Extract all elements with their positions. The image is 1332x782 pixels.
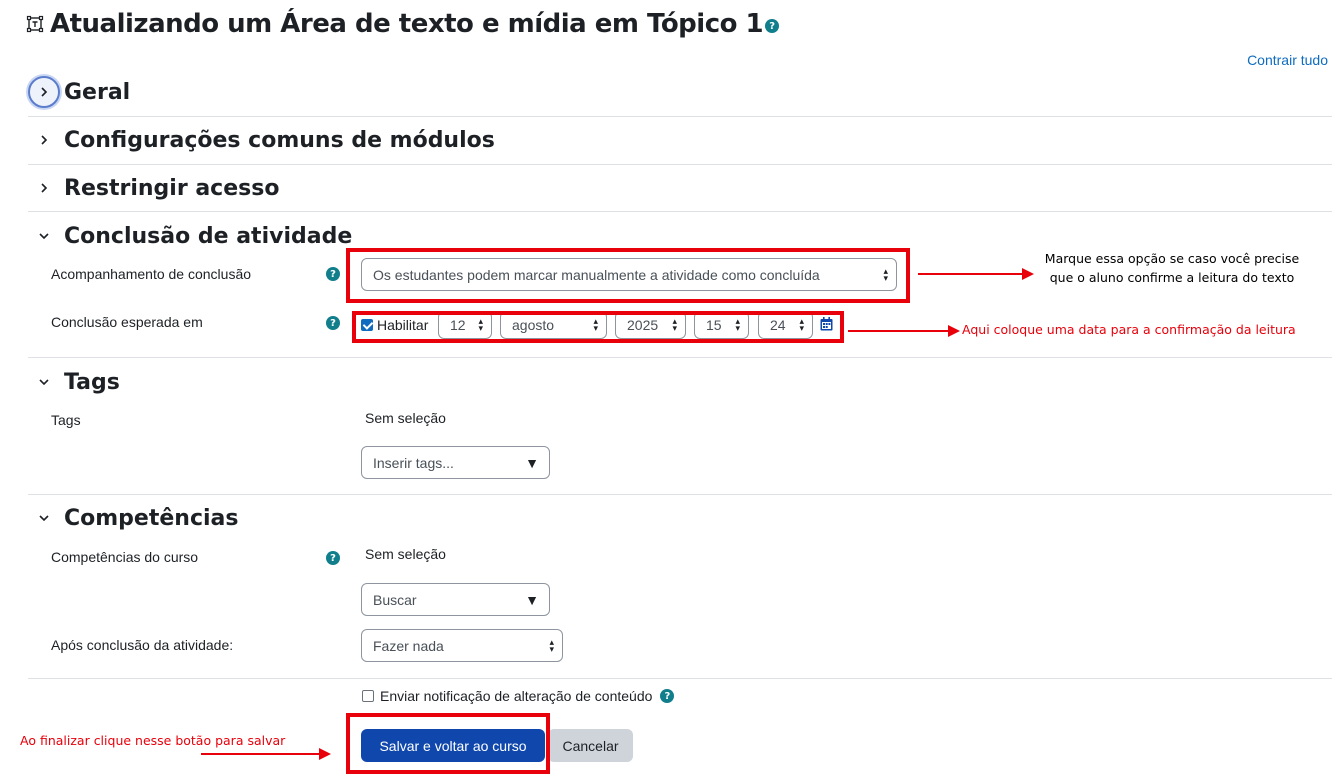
divider bbox=[28, 678, 1332, 679]
page-title: Atualizando um Área de texto e mídia em … bbox=[50, 9, 764, 39]
annotation-arrow bbox=[201, 748, 331, 760]
select-arrows-icon: ▴ ▾ bbox=[549, 636, 554, 654]
chevron-right-icon[interactable] bbox=[28, 76, 60, 108]
notify-label: Enviar notificação de alteração de conte… bbox=[380, 688, 653, 704]
expected-label: Conclusão esperada em bbox=[51, 314, 203, 330]
help-icon[interactable]: ? bbox=[326, 267, 340, 281]
annotation-note-line: Marque essa opção se caso você precise bbox=[1044, 251, 1300, 266]
divider bbox=[28, 494, 1332, 495]
notify-checkbox[interactable] bbox=[362, 690, 374, 702]
competencies-search-input[interactable]: Buscar ▼ bbox=[361, 583, 550, 616]
section-competencies[interactable]: Competências bbox=[28, 498, 238, 538]
collapse-all-link[interactable]: Contrair tudo bbox=[1247, 52, 1328, 68]
annotation-box-save bbox=[346, 713, 550, 774]
tags-no-selection: Sem seleção bbox=[365, 410, 446, 426]
chevron-right-icon[interactable] bbox=[28, 172, 60, 204]
section-title-common: Configurações comuns de módulos bbox=[64, 127, 495, 153]
annotation-box-tracking bbox=[346, 248, 910, 303]
section-common[interactable]: Configurações comuns de módulos bbox=[28, 120, 495, 160]
section-title-completion: Conclusão de atividade bbox=[64, 223, 353, 249]
annotation-arrow bbox=[918, 268, 1034, 280]
section-general[interactable]: Geral bbox=[28, 72, 130, 112]
cancel-button[interactable]: Cancelar bbox=[548, 729, 633, 762]
annotation-note-line: que o aluno confirme a leitura do texto bbox=[1049, 270, 1295, 285]
tags-input[interactable]: Inserir tags... ▼ bbox=[361, 446, 550, 479]
divider bbox=[28, 116, 1332, 117]
annotation-box-date bbox=[352, 311, 844, 343]
tags-placeholder: Inserir tags... bbox=[373, 454, 454, 471]
divider bbox=[28, 164, 1332, 165]
chevron-right-icon[interactable] bbox=[28, 124, 60, 156]
section-title-tags: Tags bbox=[64, 369, 120, 395]
section-title-competencies: Competências bbox=[64, 505, 239, 531]
help-icon[interactable]: ? bbox=[326, 551, 340, 565]
tags-label: Tags bbox=[51, 412, 81, 428]
chevron-down-icon[interactable] bbox=[28, 220, 60, 252]
after-completion-value: Fazer nada bbox=[373, 637, 444, 654]
help-icon[interactable]: ? bbox=[326, 316, 340, 330]
divider bbox=[28, 357, 1332, 358]
section-completion[interactable]: Conclusão de atividade bbox=[28, 216, 352, 256]
dropdown-triangle-icon: ▼ bbox=[525, 454, 539, 471]
chevron-down-icon[interactable] bbox=[28, 366, 60, 398]
competencies-no-selection: Sem seleção bbox=[365, 546, 446, 562]
annotation-note-tracking: Marque essa opção se caso você precise q… bbox=[1034, 249, 1310, 287]
dropdown-triangle-icon: ▼ bbox=[525, 591, 539, 608]
annotation-note-date: Aqui coloque uma data para a confirmação… bbox=[962, 322, 1296, 337]
section-title-restrict: Restringir acesso bbox=[64, 175, 280, 201]
page-header: Atualizando um Área de texto e mídia em … bbox=[26, 6, 780, 42]
after-completion-select[interactable]: Fazer nada ▴ ▾ bbox=[361, 629, 563, 662]
divider bbox=[28, 211, 1332, 212]
section-restrict[interactable]: Restringir acesso bbox=[28, 168, 279, 208]
annotation-arrow bbox=[848, 325, 960, 337]
notify-toggle[interactable]: Enviar notificação de alteração de conte… bbox=[362, 688, 675, 704]
competencies-search-placeholder: Buscar bbox=[373, 591, 417, 608]
tracking-label: Acompanhamento de conclusão bbox=[51, 266, 252, 282]
text-media-icon bbox=[26, 15, 44, 33]
chevron-down-icon[interactable] bbox=[28, 502, 60, 534]
annotation-note-save: Ao finalizar clique nesse botão para sal… bbox=[20, 733, 286, 748]
course-competencies-label: Competências do curso bbox=[51, 549, 199, 565]
section-title-general: Geral bbox=[64, 79, 131, 105]
after-completion-label: Após conclusão da atividade: bbox=[51, 637, 234, 653]
section-tags[interactable]: Tags bbox=[28, 362, 120, 402]
help-icon[interactable]: ? bbox=[660, 689, 675, 703]
help-icon[interactable]: ? bbox=[765, 19, 780, 33]
